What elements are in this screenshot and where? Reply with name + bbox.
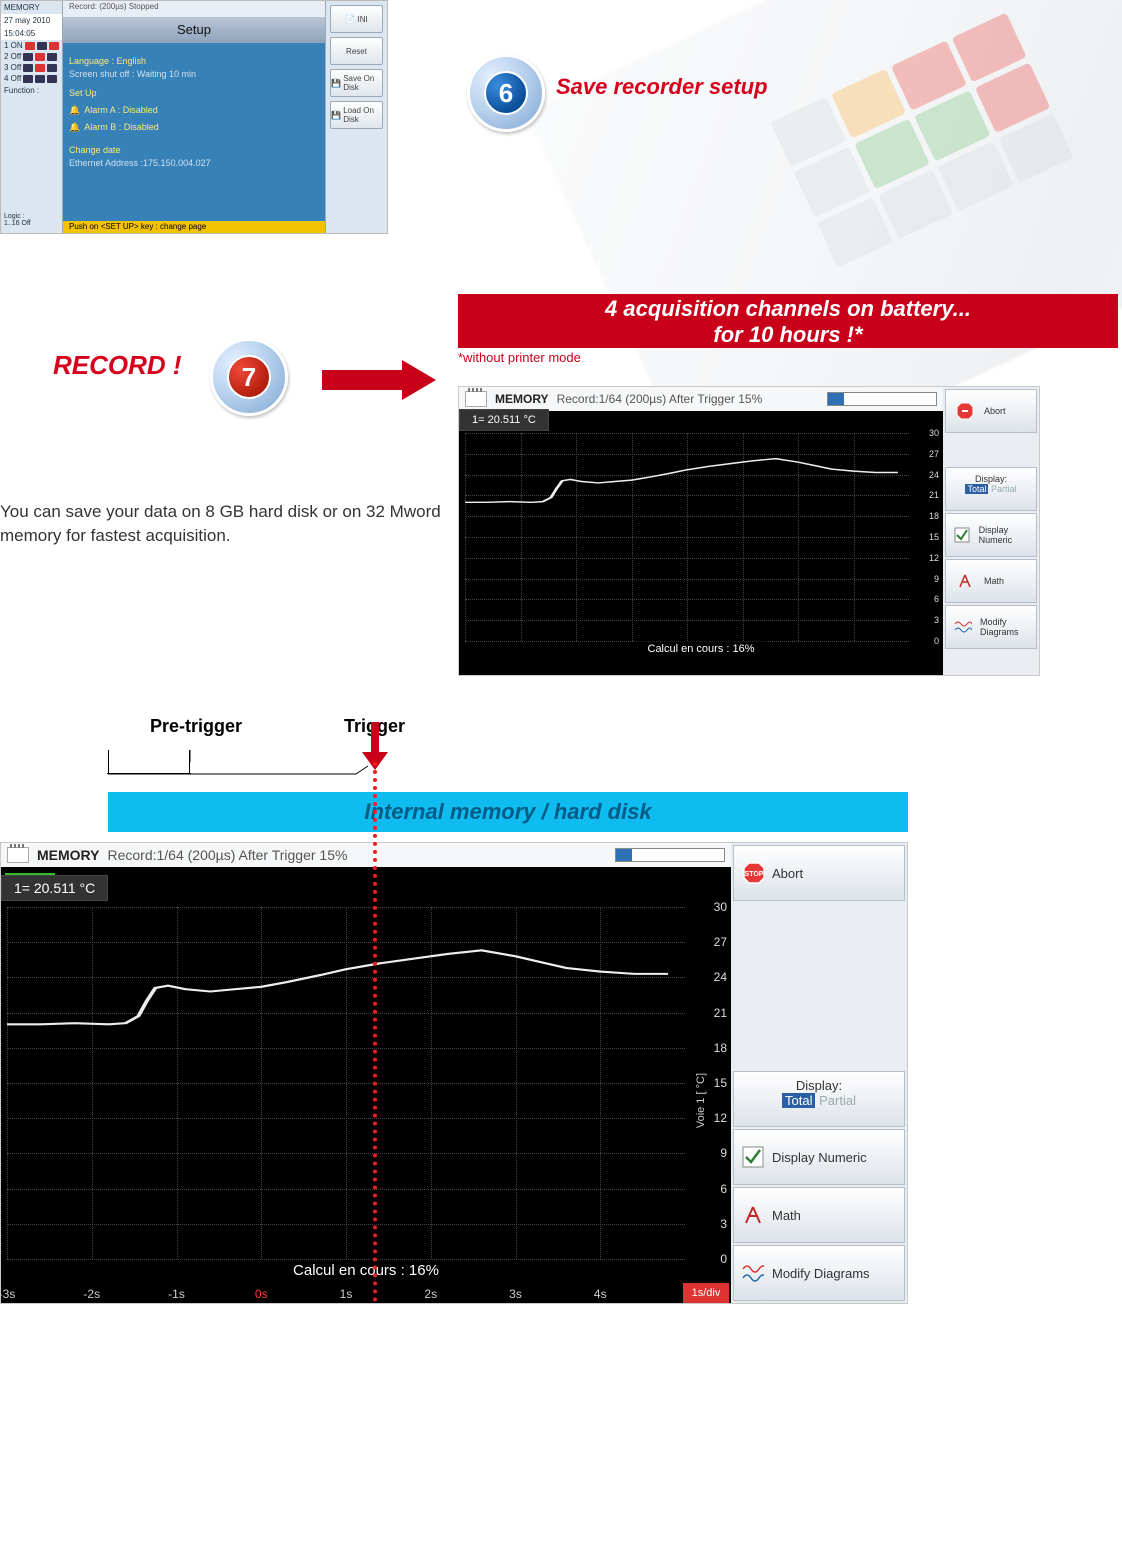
setup-slot-2: 2 Off (1, 51, 62, 62)
record-big-main: MEMORY Record:1/64 (200µs) After Trigger… (1, 843, 731, 1303)
setup-leftcol: MEMORY 27 may 2010 15:04:05 1 ON 2 Off 3… (1, 1, 63, 233)
setup-slot-4: 4 Off (1, 73, 62, 84)
stop-icon (954, 400, 976, 422)
trigger-span-line (108, 748, 372, 776)
x-div-label: 1s/div (683, 1283, 729, 1303)
record-big-sidebar: STOP Abort Display: Total Partial Displa… (731, 843, 907, 1303)
display-numeric-button[interactable]: Display Numeric (945, 513, 1037, 557)
setup-date-line1: 27 may 2010 (1, 14, 62, 27)
step-7-number: 7 (227, 355, 271, 399)
setup-slot-3: 3 Off (1, 62, 62, 73)
record-screenshot-small: MEMORY Record:1/64 (200µs) After Trigger… (458, 386, 1040, 676)
ini-icon: 📄 (345, 15, 355, 24)
step-6-number: 6 (484, 71, 528, 115)
battery-footnote: *without printer mode (458, 350, 581, 365)
setup-leftcol-header: MEMORY (1, 1, 62, 14)
setup-title: Setup (63, 17, 325, 43)
progress-bar (827, 392, 937, 406)
display-mode-button[interactable]: Display: Total Partial (945, 467, 1037, 511)
disk-icon: 💾 (331, 79, 341, 88)
modify-diagrams-button[interactable]: Modify Diagrams (945, 605, 1037, 649)
cyan-bar: Internal memory / hard disk (108, 792, 908, 832)
waveform-icon (954, 616, 972, 638)
abort-button[interactable]: STOP Abort (733, 845, 905, 901)
setup-function-label: Function : (1, 84, 62, 97)
check-icon (742, 1146, 764, 1168)
setup-ini-button[interactable]: 📄 INI (330, 5, 383, 33)
setup-footer: Push on <SET UP> key : change page (63, 221, 325, 233)
record-readout: 1= 20.511 °C (459, 409, 549, 431)
record-trace (465, 433, 909, 641)
math-button[interactable]: Math (733, 1187, 905, 1243)
battery-banner-line1: 4 acquisition channels on battery... (466, 296, 1110, 322)
setup-header: Record: (200µs) Stopped (63, 1, 325, 17)
trigger-dotted-line (373, 762, 377, 1302)
record-readout: 1= 20.511 °C (1, 875, 108, 901)
check-icon (954, 524, 971, 546)
compass-icon (954, 570, 976, 592)
alarm-a-row: 🔔Alarm A : Disabled (69, 104, 319, 117)
disk-icon: 💾 (331, 111, 341, 120)
bell-icon: 🔔 (69, 121, 80, 134)
record-small-header: MEMORY Record:1/64 (200µs) After Trigger… (459, 387, 943, 411)
modify-diagrams-button[interactable]: Modify Diagrams (733, 1245, 905, 1301)
setup-slot-1: 1 ON (1, 40, 62, 51)
step-6-badge: 6 (467, 54, 545, 132)
display-numeric-button[interactable]: Display Numeric (733, 1129, 905, 1185)
setup-rightcol: 📄 INI Reset 💾 Save On Disk 💾 Load On Dis… (325, 1, 387, 233)
calc-status: Calcul en cours : 16% (281, 1260, 451, 1281)
bell-icon: 🔔 (69, 104, 80, 117)
setup-load-button[interactable]: 💾 Load On Disk (330, 101, 383, 129)
stop-icon: STOP (742, 862, 764, 884)
display-mode-button[interactable]: Display: Total Partial (733, 1071, 905, 1127)
alarm-b-row: 🔔Alarm B : Disabled (69, 121, 319, 134)
x-ticks: -3s-2s-1s0s1s2s3s4s (7, 1283, 685, 1303)
memory-chip-icon (7, 847, 29, 863)
record-screenshot-big: MEMORY Record:1/64 (200µs) After Trigger… (0, 842, 908, 1304)
battery-banner: 4 acquisition channels on battery... for… (458, 294, 1118, 348)
math-button[interactable]: Math (945, 559, 1037, 603)
record-small-sidebar: Abort Display: Total Partial Display Num… (943, 387, 1039, 675)
step-6-label: Save recorder setup (556, 74, 768, 100)
trigger-diagram: Pre-trigger Trigger (108, 716, 908, 774)
y-axis-label: Voie 1 [ °C] (695, 1073, 707, 1128)
setup-content: Language : English Screen shut off : Wai… (63, 43, 325, 221)
memory-chip-icon (465, 391, 487, 407)
compass-icon (742, 1204, 764, 1226)
setup-reset-button[interactable]: Reset (330, 37, 383, 65)
progress-bar (615, 848, 725, 862)
setup-save-button[interactable]: 💾 Save On Disk (330, 69, 383, 97)
step-7-badge: 7 (210, 338, 288, 416)
svg-text:STOP: STOP (745, 871, 764, 878)
record-trace (7, 907, 685, 1259)
arrow-right-icon (322, 360, 442, 400)
abort-button[interactable]: Abort (945, 389, 1037, 433)
calc-status: Calcul en cours : 16% (636, 641, 767, 657)
battery-banner-line2: for 10 hours !* (466, 322, 1110, 348)
waveform-icon (742, 1262, 764, 1284)
body-copy: You can save your data on 8 GB hard disk… (0, 500, 450, 548)
record-small-main: MEMORY Record:1/64 (200µs) After Trigger… (459, 387, 943, 675)
y-ticks: 036912151821242730 (911, 433, 941, 641)
pre-trigger-label: Pre-trigger (150, 716, 242, 737)
setup-screenshot: MEMORY 27 may 2010 15:04:05 1 ON 2 Off 3… (0, 0, 388, 234)
setup-date-line2: 15:04:05 (1, 27, 62, 40)
setup-logic: Logic : 1..16 Off (4, 213, 59, 227)
record-label: RECORD ! (53, 350, 182, 381)
record-big-header: MEMORY Record:1/64 (200µs) After Trigger… (1, 843, 731, 867)
